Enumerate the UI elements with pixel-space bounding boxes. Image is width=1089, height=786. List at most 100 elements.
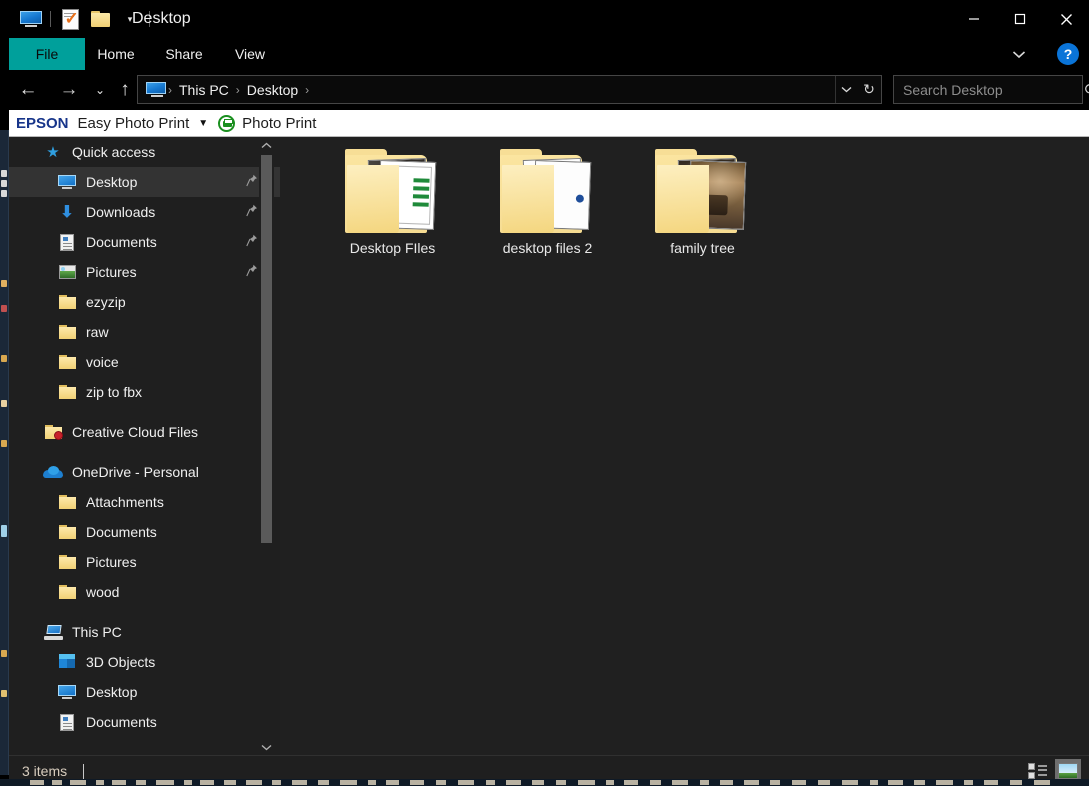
expand-ribbon-button[interactable]: [1003, 38, 1035, 70]
address-dropdown-button[interactable]: [835, 76, 857, 103]
scroll-down-icon[interactable]: [259, 739, 274, 755]
sidebar-item-label: Downloads: [86, 204, 155, 220]
up-button[interactable]: ↑: [112, 78, 138, 102]
sidebar-item-3d-objects[interactable]: 3D Objects: [9, 647, 280, 677]
maximize-button[interactable]: [997, 0, 1043, 38]
breadcrumb-item-this-pc[interactable]: This PC: [174, 82, 234, 98]
pin-icon[interactable]: [246, 264, 258, 280]
folder-item-desktop-files[interactable]: Desktop FIles: [315, 145, 470, 290]
tab-share[interactable]: Share: [153, 38, 215, 70]
sidebar-group-label: Quick access: [72, 144, 155, 160]
folder-thumbnail: [345, 149, 441, 233]
sidebar-group-label: Creative Cloud Files: [72, 424, 198, 440]
sidebar-item-label: ezyzip: [86, 294, 126, 310]
folder-icon: [57, 522, 77, 542]
sidebar-item-documents[interactable]: Documents: [9, 227, 280, 257]
file-explorer-window: ✓ ▾ Desktop: [0, 0, 1089, 786]
cloud-icon: [43, 462, 63, 482]
folder-icon: [57, 492, 77, 512]
breadcrumb-separator-1[interactable]: ›: [234, 83, 242, 97]
tab-view[interactable]: View: [221, 38, 279, 70]
sidebar-item-pc-documents[interactable]: Documents: [9, 707, 280, 737]
sidebar-item-pc-desktop[interactable]: Desktop: [9, 677, 280, 707]
title-bar: ✓ ▾ Desktop: [9, 0, 1089, 38]
sidebar-item-zip-to-fbx[interactable]: zip to fbx: [9, 377, 280, 407]
sidebar-group-onedrive[interactable]: OneDrive - Personal: [9, 457, 280, 487]
sidebar-group-quick-access[interactable]: ★ Quick access: [9, 137, 280, 167]
address-bar: ← → ⌄ ↑ › This PC › Desktop › ↻: [9, 70, 1089, 110]
breadcrumb-separator-0: ›: [166, 83, 174, 97]
qat-monitor-icon[interactable]: [16, 4, 46, 34]
qat-new-folder-button[interactable]: [85, 4, 115, 34]
sidebar-item-pictures[interactable]: Pictures: [9, 257, 280, 287]
sidebar-item-voice[interactable]: voice: [9, 347, 280, 377]
sidebar-item-desktop[interactable]: Desktop: [9, 167, 280, 197]
taskbar-stripe[interactable]: [0, 779, 1089, 786]
sidebar-item-attachments[interactable]: Attachments: [9, 487, 280, 517]
sidebar-item-downloads[interactable]: ⬇ Downloads: [9, 197, 280, 227]
folder-thumbnail: [500, 149, 596, 233]
sidebar-group-creative-cloud-files[interactable]: Creative Cloud Files: [9, 417, 280, 447]
folder-icon: [57, 292, 77, 312]
scroll-up-icon[interactable]: [259, 137, 274, 153]
explorer-window-frame: ✓ ▾ Desktop: [9, 0, 1089, 786]
epson-photo-print-button[interactable]: Photo Print: [242, 115, 316, 132]
search-icon[interactable]: [1084, 83, 1089, 97]
cube-icon: [57, 652, 77, 672]
tab-home[interactable]: Home: [87, 38, 145, 70]
picture-icon: [57, 262, 77, 282]
refresh-button[interactable]: ↻: [857, 76, 881, 103]
sidebar-group-this-pc[interactable]: This PC: [9, 617, 280, 647]
pin-icon[interactable]: [246, 204, 258, 220]
sidebar-item-onedrive-pictures[interactable]: Pictures: [9, 547, 280, 577]
scrollbar-thumb[interactable]: [261, 155, 272, 543]
monitor-icon: [57, 172, 77, 192]
properties-icon: ✓: [62, 9, 79, 30]
back-button[interactable]: ←: [15, 78, 41, 102]
folder-item-desktop-files-2[interactable]: desktop files 2: [470, 145, 625, 290]
file-list-pane[interactable]: Desktop FIles: [280, 137, 1089, 755]
new-folder-icon: [91, 11, 110, 27]
folder-icon: [57, 552, 77, 572]
sidebar-item-label: wood: [86, 584, 119, 600]
epson-toolbar: EPSON Easy Photo Print ▼ Photo Print: [9, 110, 1089, 137]
sidebar-scrollbar[interactable]: [259, 137, 274, 755]
sidebar-item-ezyzip[interactable]: ezyzip: [9, 287, 280, 317]
sidebar-spacer-3: [9, 607, 280, 617]
sidebar-item-label: 3D Objects: [86, 654, 155, 670]
pin-icon[interactable]: [246, 174, 258, 190]
folder-item-family-tree[interactable]: family tree: [625, 145, 780, 290]
creative-cloud-folder-icon: [43, 422, 63, 442]
star-icon: ★: [43, 142, 63, 162]
epson-app-label[interactable]: Easy Photo Print: [78, 115, 190, 132]
tab-file[interactable]: File: [9, 38, 85, 70]
sidebar-item-onedrive-documents[interactable]: Documents: [9, 517, 280, 547]
folder-icon: [57, 582, 77, 602]
minimize-button[interactable]: [951, 0, 997, 38]
search-input[interactable]: [894, 82, 1084, 98]
background-window-sliver[interactable]: [0, 130, 9, 775]
help-button[interactable]: ?: [1057, 43, 1079, 65]
epson-dropdown-icon[interactable]: ▼: [198, 118, 208, 129]
printer-icon: [218, 115, 235, 132]
sidebar-item-label: Documents: [86, 524, 157, 540]
qat-properties-button[interactable]: ✓: [55, 4, 85, 34]
sidebar-item-label: Documents: [86, 714, 157, 730]
pc-icon: [43, 622, 63, 642]
monitor-icon: [20, 11, 42, 27]
breadcrumb-item-desktop[interactable]: Desktop: [242, 82, 303, 98]
folder-icon: [57, 382, 77, 402]
folder-icon: [57, 322, 77, 342]
sidebar-item-label: zip to fbx: [86, 384, 142, 400]
breadcrumb-separator-2[interactable]: ›: [303, 83, 311, 97]
search-box[interactable]: [893, 75, 1083, 104]
forward-button[interactable]: →: [56, 78, 82, 102]
sidebar-item-wood[interactable]: wood: [9, 577, 280, 607]
close-button[interactable]: [1043, 0, 1089, 38]
sidebar-item-label: Pictures: [86, 554, 137, 570]
status-divider: [83, 764, 84, 779]
recent-locations-button[interactable]: ⌄: [87, 78, 113, 102]
pin-icon[interactable]: [246, 234, 258, 250]
breadcrumb[interactable]: › This PC › Desktop › ↻: [137, 75, 882, 104]
sidebar-item-raw[interactable]: raw: [9, 317, 280, 347]
